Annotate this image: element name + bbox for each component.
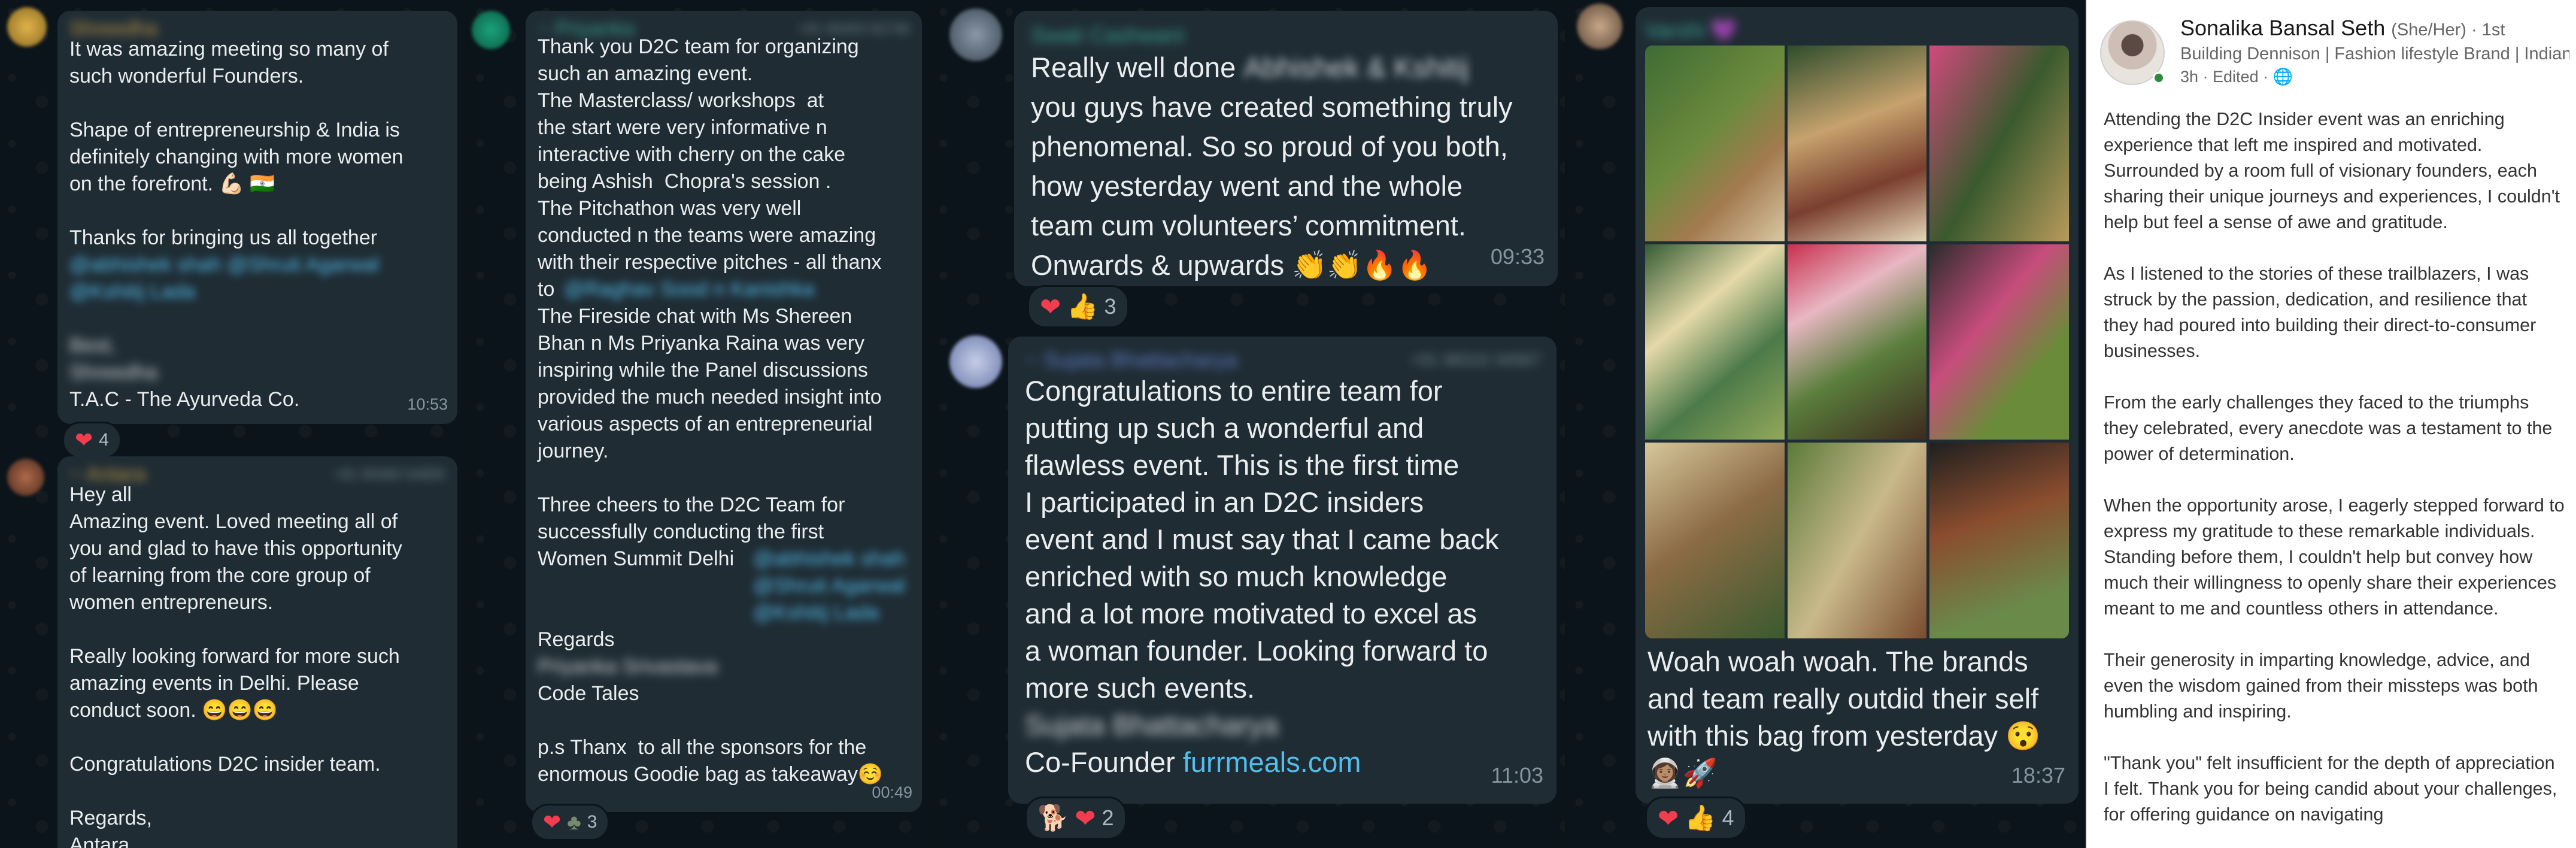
mention-text[interactable]: @Raghav Sood n Kanishka	[564, 276, 910, 303]
sender-phone: +91 98310 34567	[1410, 350, 1541, 369]
message-text: The Fireside chat with Ms Shereen Bhan n…	[538, 305, 882, 570]
message-bubble[interactable]: ~ Sujata Bhattacharya +91 98310 34567 Co…	[1008, 337, 1556, 804]
avatar[interactable]	[472, 11, 510, 49]
timestamp: 09:33	[1490, 244, 1545, 269]
heart-icon: ❤	[1075, 804, 1096, 832]
heart-icon: ❤	[1040, 292, 1061, 321]
chat-panel-1: Shreedha It was amazing meeting so many …	[0, 0, 466, 848]
sender-name[interactable]: Shreedha	[69, 16, 445, 40]
message-text: It was amazing meeting so many of such w…	[69, 38, 403, 249]
message-bubble[interactable]: Shreedha It was amazing meeting so many …	[57, 11, 457, 424]
clover-icon: ♣	[567, 810, 581, 834]
message-bubble[interactable]: ~ Priyanka +91 95403 92746 Thank you D2C…	[526, 11, 922, 812]
heart-icon: ❤	[1658, 804, 1679, 832]
avatar[interactable]	[949, 335, 1002, 388]
photo-tile	[1929, 443, 2069, 638]
avatar[interactable]	[1577, 4, 1622, 49]
photo-tile	[1645, 443, 1785, 638]
goodie-bag-photo[interactable]	[1645, 46, 2069, 638]
thumbs-up-icon: 👍	[1685, 803, 1716, 832]
avatar[interactable]	[7, 7, 47, 47]
reactions[interactable]: ❤ 👍 3	[1027, 285, 1129, 328]
post-paragraph: From the early challenges they faced to …	[2104, 392, 2553, 464]
reactions[interactable]: 🐕 ❤ 2	[1025, 796, 1127, 840]
post-paragraph: "Thank you" felt insufficient for the de…	[2104, 753, 2557, 825]
chat-panel-3: Swati Cashwani Really well done Abhishek…	[932, 0, 1565, 848]
message-bubble[interactable]: ~ Antara +91 90360 54855 Hey all Amazing…	[57, 456, 457, 848]
post-paragraph: As I listened to the stories of these tr…	[2104, 264, 2536, 361]
timestamp: 18:37	[2011, 763, 2065, 788]
sender-name[interactable]: ~ Sujata Bhattacharya	[1025, 341, 1237, 372]
message-bubble[interactable]: Varshi 💜 Woah woah woah. The brands and …	[1636, 7, 2079, 804]
message-text: Woah woah woah. The brands and team real…	[1647, 646, 2041, 789]
message-text: Congratulations to entire team for putti…	[1025, 375, 1499, 704]
mention-text[interactable]: @abhishek shah @Shruti Agarwal @Kshitij …	[753, 546, 909, 626]
photo-tile	[1787, 244, 1927, 440]
thumbs-up-icon: 👍	[1067, 292, 1099, 320]
sender-name[interactable]: ~ Antara	[69, 461, 146, 486]
reaction-count: 4	[99, 430, 109, 450]
reactions[interactable]: ❤ 4	[62, 422, 122, 459]
heart-icon: ❤	[543, 810, 562, 834]
reaction-count: 3	[1104, 294, 1116, 319]
post-paragraph: When the opportunity arose, I eagerly st…	[2104, 495, 2565, 619]
message-bubble[interactable]: Swati Cashwani Really well done Abhishek…	[1014, 11, 1558, 286]
chat-panel-2: ~ Priyanka +91 95403 92746 Thank you D2C…	[468, 0, 929, 848]
reaction-count: 2	[1102, 805, 1114, 830]
reactions[interactable]: ❤ 👍 4	[1645, 796, 1747, 840]
sender-name[interactable]: Swati Cashwani	[1031, 16, 1542, 48]
sender-phone: +91 90360 54855	[333, 467, 445, 483]
author-name[interactable]: Sonalika Bansal Seth	[2180, 16, 2385, 40]
timestamp: 11:03	[1491, 763, 1543, 788]
photo-tile	[1929, 46, 2069, 241]
timestamp: 10:53	[407, 395, 448, 413]
chat-panel-4: Varshi 💜 Woah woah woah. The brands and …	[1567, 0, 2085, 848]
sender-name[interactable]: ~ Priyanka	[538, 16, 635, 40]
message-text: Code Tales p.s Thanx to all the sponsors…	[538, 682, 884, 786]
mention-text[interactable]: @abhishek shah @Shruti Agarwal @Kshitij …	[69, 252, 445, 305]
signer-name: Priyanka Srivastava	[538, 655, 718, 678]
company-text: T.A.C - The Ayurveda Co.	[69, 388, 300, 411]
timestamp: 00:49	[872, 783, 912, 801]
photo-tile	[1645, 46, 1785, 241]
website-link[interactable]: furrmeals.com	[1183, 746, 1361, 778]
post-meta: 3h · Edited · 🌐	[2180, 68, 2293, 86]
post-body: Attending the D2C Insider event was an e…	[2104, 107, 2565, 848]
avatar[interactable]	[949, 8, 1002, 61]
dog-icon: 🐕	[1037, 803, 1069, 832]
message-text: Thank you D2C team for organizing such a…	[538, 35, 882, 301]
signer-name: Sujata Bhattacharya	[1025, 709, 1279, 741]
sender-phone: +91 95403 92746	[797, 21, 910, 37]
message-text: you guys have created something truly ph…	[1031, 91, 1513, 281]
photo-tile	[1929, 244, 2069, 440]
author-pronouns: (She/Her) · 1st	[2391, 20, 2505, 40]
message-text: Really well done	[1031, 52, 1236, 83]
heart-icon: ❤	[75, 428, 93, 452]
photo-tile	[1645, 244, 1785, 440]
linkedin-post: Sonalika Bansal Seth (She/Her) · 1st Bui…	[2086, 0, 2576, 848]
cofounder-label: Co-Founder	[1025, 746, 1175, 778]
author-headline: Building Dennison | Fashion lifestyle Br…	[2180, 44, 2569, 63]
message-text: Hey all Amazing event. Loved meeting all…	[69, 483, 402, 848]
photo-tile	[1787, 443, 1927, 638]
online-status-icon	[2153, 72, 2165, 84]
post-paragraph: Attending the D2C Insider event was an e…	[2104, 109, 2560, 232]
signoff-text: Best, Shreedha	[69, 334, 158, 384]
mention-text[interactable]: Abhishek & Kshitij	[1243, 48, 1468, 87]
reaction-count: 4	[1722, 805, 1734, 830]
reaction-count: 3	[587, 812, 597, 832]
reactions[interactable]: ❤ ♣ 3	[530, 804, 610, 841]
sender-name[interactable]: Varshi 💜	[1645, 12, 2069, 46]
photo-tile	[1787, 46, 1927, 241]
message-text: Regards	[538, 628, 615, 651]
post-paragraph: Their generosity in imparting knowledge,…	[2104, 650, 2538, 722]
avatar[interactable]	[7, 459, 44, 496]
